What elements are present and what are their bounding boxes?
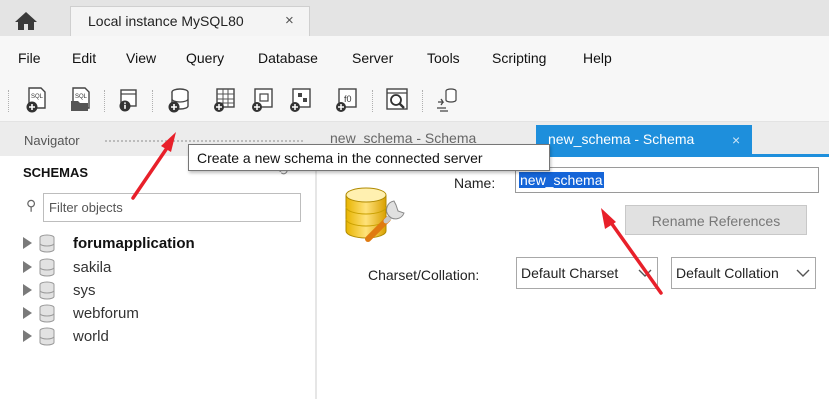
rename-references-label: Rename References	[651, 213, 781, 229]
instance-tab[interactable]: Local instance MySQL80 ×	[70, 6, 310, 36]
navigator-drag-handle[interactable]	[104, 139, 304, 143]
database-icon	[39, 258, 55, 277]
chevron-down-icon	[791, 258, 815, 288]
menu-file[interactable]: File	[18, 50, 41, 66]
create-schema-tooltip: Create a new schema in the connected ser…	[188, 144, 550, 171]
schema-editor: Name: new_schema Rename References Chars…	[318, 157, 829, 399]
schema-name: forumapplication	[73, 235, 195, 252]
home-button[interactable]	[6, 5, 46, 36]
toolbar-separator	[372, 90, 377, 112]
menu-database[interactable]: Database	[258, 50, 318, 66]
database-icon	[39, 234, 55, 253]
inspect-object-icon	[119, 89, 137, 112]
search-table-data-icon	[386, 88, 408, 110]
tooltip-text: Create a new schema in the connected ser…	[197, 150, 483, 166]
new-sql-tab-icon: SQL	[26, 87, 46, 113]
svg-text:SQL: SQL	[31, 94, 44, 100]
schema-name: sys	[73, 282, 96, 299]
open-sql-script-button[interactable]: SQL	[68, 86, 95, 114]
schema-name: world	[73, 328, 109, 345]
menu-bar: File Edit View Query Database Server Too…	[0, 36, 829, 82]
schema-wrench-icon	[345, 187, 405, 242]
open-sql-script-icon: SQL	[71, 87, 90, 111]
create-schema-icon	[168, 88, 189, 113]
instance-tab-close-icon[interactable]: ×	[285, 12, 294, 29]
menu-tools[interactable]: Tools	[427, 50, 460, 66]
search-icon: ⚲	[26, 197, 37, 213]
expand-arrow-icon[interactable]	[23, 307, 32, 319]
expand-arrow-icon[interactable]	[23, 284, 32, 296]
collation-select[interactable]: Default Collation	[671, 257, 816, 289]
schema-name-field[interactable]: new_schema	[515, 167, 819, 193]
create-procedure-button[interactable]	[288, 86, 315, 114]
new-sql-tab-button[interactable]: SQL	[24, 86, 51, 114]
toolbar-separator	[422, 90, 427, 112]
toolbar-separator	[104, 90, 109, 112]
expand-arrow-icon[interactable]	[23, 261, 32, 273]
schema-name: sakila	[73, 259, 112, 276]
expand-arrow-icon[interactable]	[23, 330, 32, 342]
expand-arrow-icon[interactable]	[23, 237, 32, 249]
tab-new-schema-active[interactable]: new_schema - Schema ×	[536, 125, 752, 156]
create-table-button[interactable]	[212, 86, 239, 114]
create-table-icon	[214, 88, 235, 112]
database-icon	[39, 281, 55, 300]
schema-name: webforum	[73, 305, 139, 322]
home-icon	[15, 11, 37, 30]
schemas-title: SCHEMAS	[23, 165, 89, 180]
navigator-label: Navigator	[24, 133, 80, 148]
create-procedure-icon	[290, 88, 311, 112]
collation-value: Default Collation	[676, 265, 779, 281]
menu-help[interactable]: Help	[583, 50, 612, 66]
charset-value: Default Charset	[521, 265, 619, 281]
create-function-icon: f0	[336, 88, 357, 112]
charset-select[interactable]: Default Charset	[516, 257, 658, 289]
svg-text:f0: f0	[344, 94, 352, 104]
create-schema-button[interactable]	[166, 86, 193, 114]
rename-references-button[interactable]: Rename References	[625, 205, 807, 235]
instance-tab-label: Local instance MySQL80	[88, 13, 244, 29]
tab-close-icon[interactable]: ×	[732, 132, 740, 148]
tab-label: new_schema - Schema	[548, 131, 695, 147]
database-icon	[39, 327, 55, 346]
filter-objects-box	[43, 193, 301, 222]
toolbar-separator	[152, 90, 157, 112]
connection-tab-bar: Local instance MySQL80 ×	[0, 0, 829, 36]
reconnect-button[interactable]	[434, 86, 461, 114]
toolbar-grip	[8, 90, 13, 112]
navigator-panel: SCHEMAS ⟲ ⚲ forumapplication sakila sys	[11, 156, 317, 399]
reconnect-icon	[437, 88, 457, 112]
svg-text:SQL: SQL	[75, 94, 88, 100]
menu-server[interactable]: Server	[352, 50, 393, 66]
main-toolbar: SQL SQL f0	[0, 82, 829, 122]
name-label: Name:	[454, 175, 496, 191]
filter-objects-input[interactable]	[49, 198, 289, 217]
chevron-down-icon	[633, 258, 657, 288]
create-function-button[interactable]: f0	[334, 86, 361, 114]
database-icon	[39, 304, 55, 323]
create-view-button[interactable]	[250, 86, 277, 114]
charset-collation-label: Charset/Collation:	[368, 267, 480, 283]
inspect-object-button[interactable]	[116, 86, 143, 114]
menu-edit[interactable]: Edit	[72, 50, 96, 66]
schema-name-value: new_schema	[519, 172, 604, 188]
menu-query[interactable]: Query	[186, 50, 224, 66]
menu-view[interactable]: View	[126, 50, 156, 66]
menu-scripting[interactable]: Scripting	[492, 50, 546, 66]
search-table-data-button[interactable]	[384, 86, 411, 114]
create-view-icon	[252, 88, 273, 112]
